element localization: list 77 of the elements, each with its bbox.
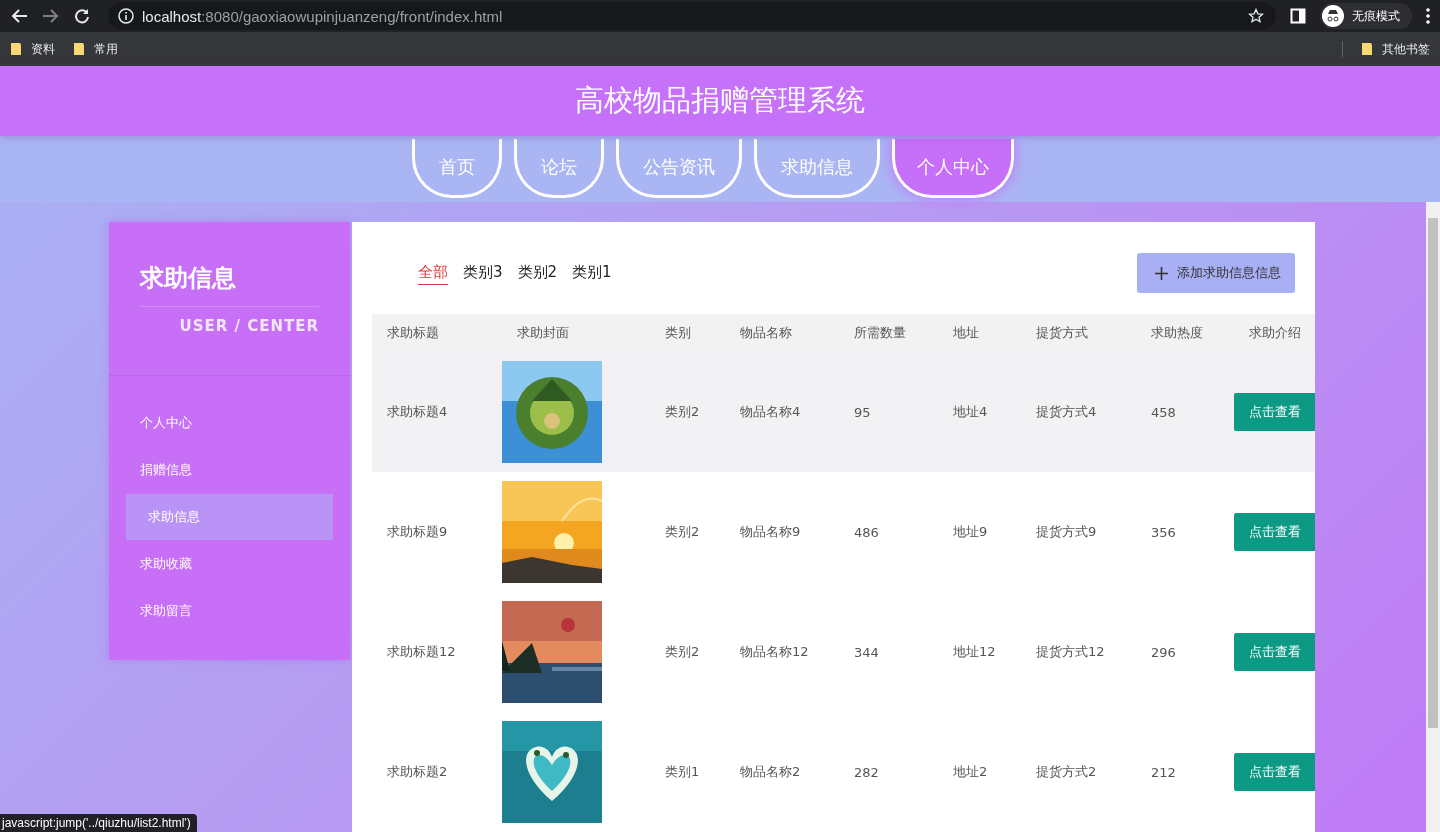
folder-icon: [10, 42, 22, 56]
plus-icon: [1155, 266, 1168, 280]
add-button[interactable]: 添加求助信息信息: [1137, 253, 1295, 293]
table-row[interactable]: 求助标题2 类别1 物品名称2 282 地址2 提货方式2 212 点击查看: [372, 712, 1315, 832]
sidebar-item[interactable]: 求助收藏: [126, 541, 333, 587]
table-cell: 提货方式4: [1021, 352, 1136, 472]
table-cell-text: 282: [853, 763, 880, 782]
back-icon[interactable]: [10, 8, 28, 24]
star-icon[interactable]: [1248, 8, 1264, 24]
column-header: 提货方式: [1021, 314, 1136, 352]
column-header: 求助标题: [372, 314, 502, 352]
folder-icon: [73, 42, 85, 56]
column-header: 所需数量: [839, 314, 938, 352]
table-row[interactable]: 求助标题12 类别2 物品名称12 344 地址12 提货方式12 296 点击查看: [372, 592, 1315, 712]
table-cell: 95: [839, 352, 938, 472]
filter-tab[interactable]: 全部: [418, 261, 448, 285]
status-link-tooltip: javascript:jump('../qiuzhu/list2.html'): [0, 814, 197, 832]
table-cell-text: 物品名称12: [739, 643, 810, 661]
menu-icon[interactable]: [1426, 8, 1430, 24]
table-cell: 212: [1136, 712, 1234, 832]
info-icon[interactable]: [118, 8, 134, 24]
table-cell: 类别2: [650, 472, 725, 592]
table-row[interactable]: 求助标题9 类别2 物品名称9 486 地址9 提货方式9 356 点击查看: [372, 472, 1315, 592]
incognito-chip[interactable]: 无痕模式: [1320, 3, 1412, 29]
reload-icon[interactable]: [74, 8, 90, 24]
table-cell-text: 物品名称2: [739, 763, 802, 781]
column-header: 类别: [650, 314, 725, 352]
table-cell: 458: [1136, 352, 1234, 472]
bookmark-item[interactable]: 其他书签: [1361, 40, 1430, 58]
table-cell-text: 提货方式12: [1035, 643, 1106, 661]
side-panel-icon[interactable]: [1290, 8, 1306, 24]
table-cell: 地址4: [938, 352, 1021, 472]
filter-tab[interactable]: 类别1: [572, 261, 612, 285]
table-cell-text: 类别2: [664, 643, 701, 661]
table-cell-text: 类别1: [664, 763, 701, 781]
view-button[interactable]: 点击查看: [1234, 633, 1315, 671]
view-button[interactable]: 点击查看: [1234, 513, 1315, 551]
table-cell: 求助标题12: [372, 592, 502, 712]
table-cell-text: 地址12: [952, 643, 997, 661]
table-cell: 物品名称4: [725, 352, 839, 472]
view-button[interactable]: 点击查看: [1234, 753, 1315, 791]
address-bar[interactable]: localhost:8080/gaoxiaowupinjuanzeng/front/index.html: [108, 2, 1276, 30]
table-cell-text: 344: [853, 643, 880, 662]
incognito-icon: [1322, 5, 1344, 27]
table-cell-text: 地址2: [952, 763, 989, 781]
bookmark-item[interactable]: 常用: [73, 40, 118, 58]
sidebar-item[interactable]: 个人中心: [126, 400, 333, 446]
column-header: 求助介绍: [1234, 314, 1315, 352]
sidebar-item[interactable]: 求助留言: [126, 588, 333, 634]
column-header: 求助封面: [502, 314, 650, 352]
table-cell: 486: [839, 472, 938, 592]
table-cell: 356: [1136, 472, 1234, 592]
bookmark-item[interactable]: 资料: [10, 40, 55, 58]
table-cell: 地址9: [938, 472, 1021, 592]
site-title: 高校物品捐赠管理系统: [575, 82, 865, 119]
table-cell: 求助标题4: [372, 352, 502, 472]
folder-icon: [1361, 42, 1373, 56]
sidebar-title: 求助信息: [140, 262, 319, 307]
sidebar-subtitle: USER / CENTER: [178, 317, 319, 335]
forward-icon[interactable]: [42, 8, 60, 24]
table-cell: 求助标题9: [372, 472, 502, 592]
filter-tab[interactable]: 类别2: [517, 261, 558, 285]
table-cell: 类别2: [650, 352, 725, 472]
sidebar-item[interactable]: 求助信息: [126, 494, 333, 540]
sidebar-item[interactable]: 捐赠信息: [126, 447, 333, 493]
table-cell: 提货方式9: [1021, 472, 1136, 592]
column-header: 物品名称: [725, 314, 839, 352]
nav-tab[interactable]: 个人中心: [891, 139, 1014, 198]
table-cell: 求助标题2: [372, 712, 502, 832]
table-cell-text: 提货方式2: [1035, 763, 1098, 781]
column-header: 求助热度: [1136, 314, 1234, 352]
url-text: localhost:8080/gaoxiaowupinjuanzeng/front/index.html: [142, 7, 503, 25]
table-cell: 296: [1136, 592, 1234, 712]
column-header: 地址: [938, 314, 1021, 352]
filter-tab[interactable]: 类别3: [463, 261, 503, 285]
table-cell: 物品名称9: [725, 472, 839, 592]
view-button[interactable]: 点击查看: [1234, 393, 1315, 431]
